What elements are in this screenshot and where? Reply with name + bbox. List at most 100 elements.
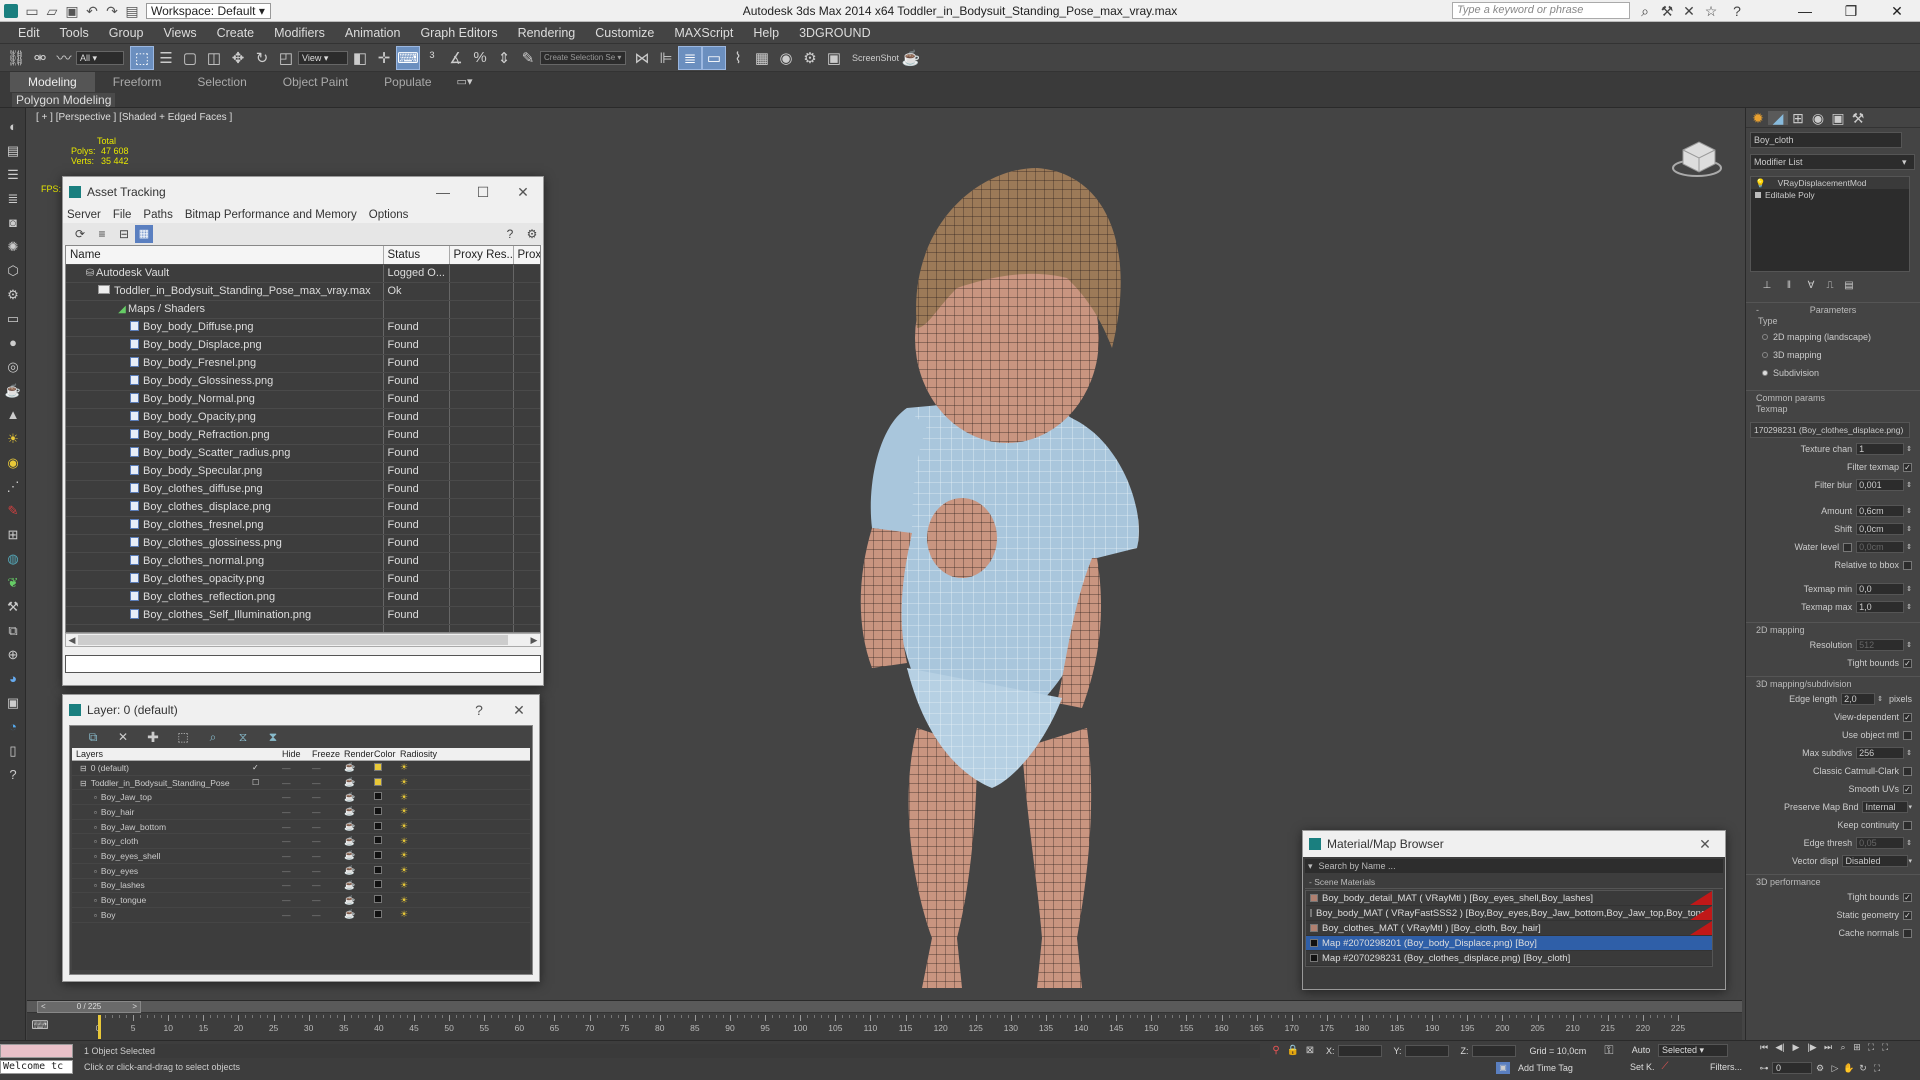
lock-selection-icon[interactable]: 🔒 [1284, 1046, 1302, 1056]
color-cell[interactable] [374, 821, 400, 832]
menu-create[interactable]: Create [207, 26, 265, 40]
select-manipulate-icon[interactable]: ✛ [372, 46, 396, 70]
document-icon[interactable]: ▯ [0, 738, 26, 762]
scroll-thumb[interactable] [78, 635, 508, 645]
radio-subdivision[interactable]: Subdivision [1746, 364, 1920, 382]
globe-icon[interactable]: ◍ [0, 546, 26, 570]
menu-rendering[interactable]: Rendering [508, 26, 586, 40]
zoom-icon[interactable]: ⌕ [1836, 1043, 1850, 1052]
selection-filter-dropdown[interactable]: All ▾ [76, 50, 124, 65]
hide-toggle-icon[interactable]: — [282, 866, 312, 876]
layer-explorer-icon[interactable]: ☰ [0, 162, 26, 186]
show-end-result-icon[interactable]: ‖ [1778, 281, 1800, 291]
filter-texmap-checkbox[interactable]: ✓ [1903, 462, 1912, 472]
bind-space-warp-icon[interactable]: 〰 [52, 46, 76, 70]
render-toggle-icon[interactable]: ☕ [344, 806, 374, 817]
amount-input[interactable]: 0,6cm [1856, 505, 1905, 517]
col-proxy[interactable]: Proxy [513, 246, 540, 265]
menu-tools[interactable]: Tools [50, 26, 99, 40]
color-cell[interactable] [374, 806, 400, 817]
percent-snap-icon[interactable]: % [468, 46, 492, 70]
color-cell[interactable] [374, 895, 400, 905]
x-coord-input[interactable] [1337, 1045, 1382, 1057]
shift-input[interactable]: 0,0cm [1856, 523, 1905, 535]
layer-close-button[interactable]: ✕ [499, 702, 539, 719]
rotate-icon[interactable]: ↻ [250, 46, 274, 70]
tools-icon[interactable]: ⚒ [1656, 0, 1678, 22]
spinner-icon[interactable]: ⇕ [1906, 525, 1912, 533]
material-list-item[interactable]: Map #2070298201 (Boy_body_Displace.png) … [1306, 936, 1712, 951]
binoculars-icon[interactable]: ⌕ [1634, 0, 1656, 22]
go-end-icon[interactable]: ⏭ [1820, 1043, 1836, 1052]
freeze-toggle-icon[interactable]: — [312, 910, 344, 920]
radiosity-icon[interactable]: ☀ [400, 806, 440, 817]
isolate-icon[interactable]: ⚲ [1268, 1046, 1284, 1056]
layer-row[interactable]: ▫ Boy_hair — — ☕ ☀ [72, 805, 530, 820]
color-cell[interactable] [374, 865, 400, 876]
modifier-list-dropdown[interactable]: Modifier List ▾ [1750, 154, 1915, 170]
edge-thresh-input[interactable]: 0,05 [1856, 837, 1905, 849]
utilities-tab-icon[interactable]: ⚒ [1848, 111, 1868, 125]
menu-help[interactable]: Help [743, 26, 789, 40]
hide-toggle-icon[interactable]: — [282, 880, 312, 890]
radio-2d-mapping[interactable]: 2D mapping (landscape) [1746, 328, 1920, 346]
col-color[interactable]: Color [374, 749, 400, 759]
asset-close-button[interactable]: ✕ [503, 184, 543, 201]
graphite-ribbon-icon[interactable]: ▭ [702, 45, 726, 70]
hide-toggle-icon[interactable]: — [282, 822, 312, 832]
object-icon[interactable]: ▫ [94, 852, 97, 861]
table-row[interactable]: Boy_body_Glossiness.png Found [66, 372, 540, 391]
radiosity-icon[interactable]: ☀ [400, 836, 440, 847]
screenshot-label[interactable]: ScreenShot [852, 53, 899, 63]
angle-snap-icon[interactable]: ∡ [444, 46, 468, 70]
radiosity-icon[interactable]: ☀ [400, 895, 440, 906]
radiosity-icon[interactable]: ☀ [400, 821, 440, 832]
radiosity-icon[interactable]: ☀ [400, 792, 440, 803]
highlight-layer-icon[interactable]: ⌕ [198, 731, 228, 743]
remove-modifier-icon[interactable]: ⎍ [1822, 281, 1838, 291]
asset-hscrollbar[interactable]: ◀ ▶ [65, 633, 541, 647]
pipe-icon[interactable]: ⊕ [0, 642, 26, 666]
layer-manager-icon[interactable]: ≣ [678, 45, 702, 70]
hide-toggle-icon[interactable]: — [282, 851, 312, 861]
world-icon[interactable]: ◕ [0, 666, 26, 690]
expand-icon[interactable]: ⊟ [80, 779, 87, 788]
render-toggle-icon[interactable]: ☕ [344, 865, 374, 876]
menu-views[interactable]: Views [153, 26, 206, 40]
table-row[interactable]: Boy_body_Refraction.png Found [66, 426, 540, 445]
object-icon[interactable]: ▫ [94, 896, 97, 905]
display-tab-icon[interactable]: ▣ [1828, 111, 1848, 125]
close-button[interactable]: ✕ [1874, 0, 1920, 22]
layer-titlebar[interactable]: Layer: 0 (default) ? ✕ [63, 695, 539, 725]
scroll-right-icon[interactable]: ▶ [528, 635, 540, 646]
spinner-icon[interactable]: ⇕ [1906, 839, 1912, 847]
modify-tab-icon[interactable]: ◢ [1768, 110, 1788, 125]
open-file-icon[interactable]: ▱ [42, 4, 62, 18]
time-slider[interactable]: <0 / 225 > [27, 1001, 1742, 1013]
resolution-input[interactable]: 512 [1856, 639, 1905, 651]
time-slider-thumb[interactable]: <0 / 225 > [37, 1001, 141, 1013]
freeze-toggle-icon[interactable]: — [312, 763, 344, 773]
render-toggle-icon[interactable]: ☕ [344, 777, 374, 788]
teapot-render-icon[interactable]: ☕ [899, 46, 923, 70]
trackbar-menu-icon[interactable]: ⌨ [27, 1015, 63, 1039]
spinner-icon[interactable]: ⇕ [1906, 585, 1912, 593]
current-frame-marker[interactable] [98, 1015, 101, 1039]
keep-continuity-checkbox[interactable] [1903, 820, 1912, 830]
spinner-icon[interactable]: ⇕ [1906, 603, 1912, 611]
radio-3d-mapping[interactable]: 3D mapping [1746, 346, 1920, 364]
table-row[interactable]: Boy_clothes_opacity.png Found [66, 570, 540, 589]
material-browser-titlebar[interactable]: Material/Map Browser ✕ [1303, 831, 1725, 857]
render-toggle-icon[interactable]: ☕ [344, 836, 374, 847]
freeze-toggle-icon[interactable]: — [312, 880, 344, 890]
add-time-tag-label[interactable]: Add Time Tag [1518, 1063, 1573, 1073]
app-logo-icon[interactable] [0, 0, 22, 22]
color-cell[interactable] [374, 880, 400, 890]
rendered-frame-icon[interactable]: ▣ [822, 46, 846, 70]
material-list-item[interactable]: Boy_clothes_MAT ( VRayMtl ) [Boy_cloth, … [1306, 921, 1712, 936]
prev-frame-icon[interactable]: ◀| [1772, 1043, 1788, 1052]
y-coord-input[interactable] [1404, 1045, 1449, 1057]
layer-row[interactable]: ▫ Boy_Jaw_top — — ☕ ☀ [72, 790, 530, 806]
spinner-snap-icon[interactable]: ⇕ [492, 46, 516, 70]
create-layer-icon[interactable]: ⧉ [78, 731, 108, 743]
